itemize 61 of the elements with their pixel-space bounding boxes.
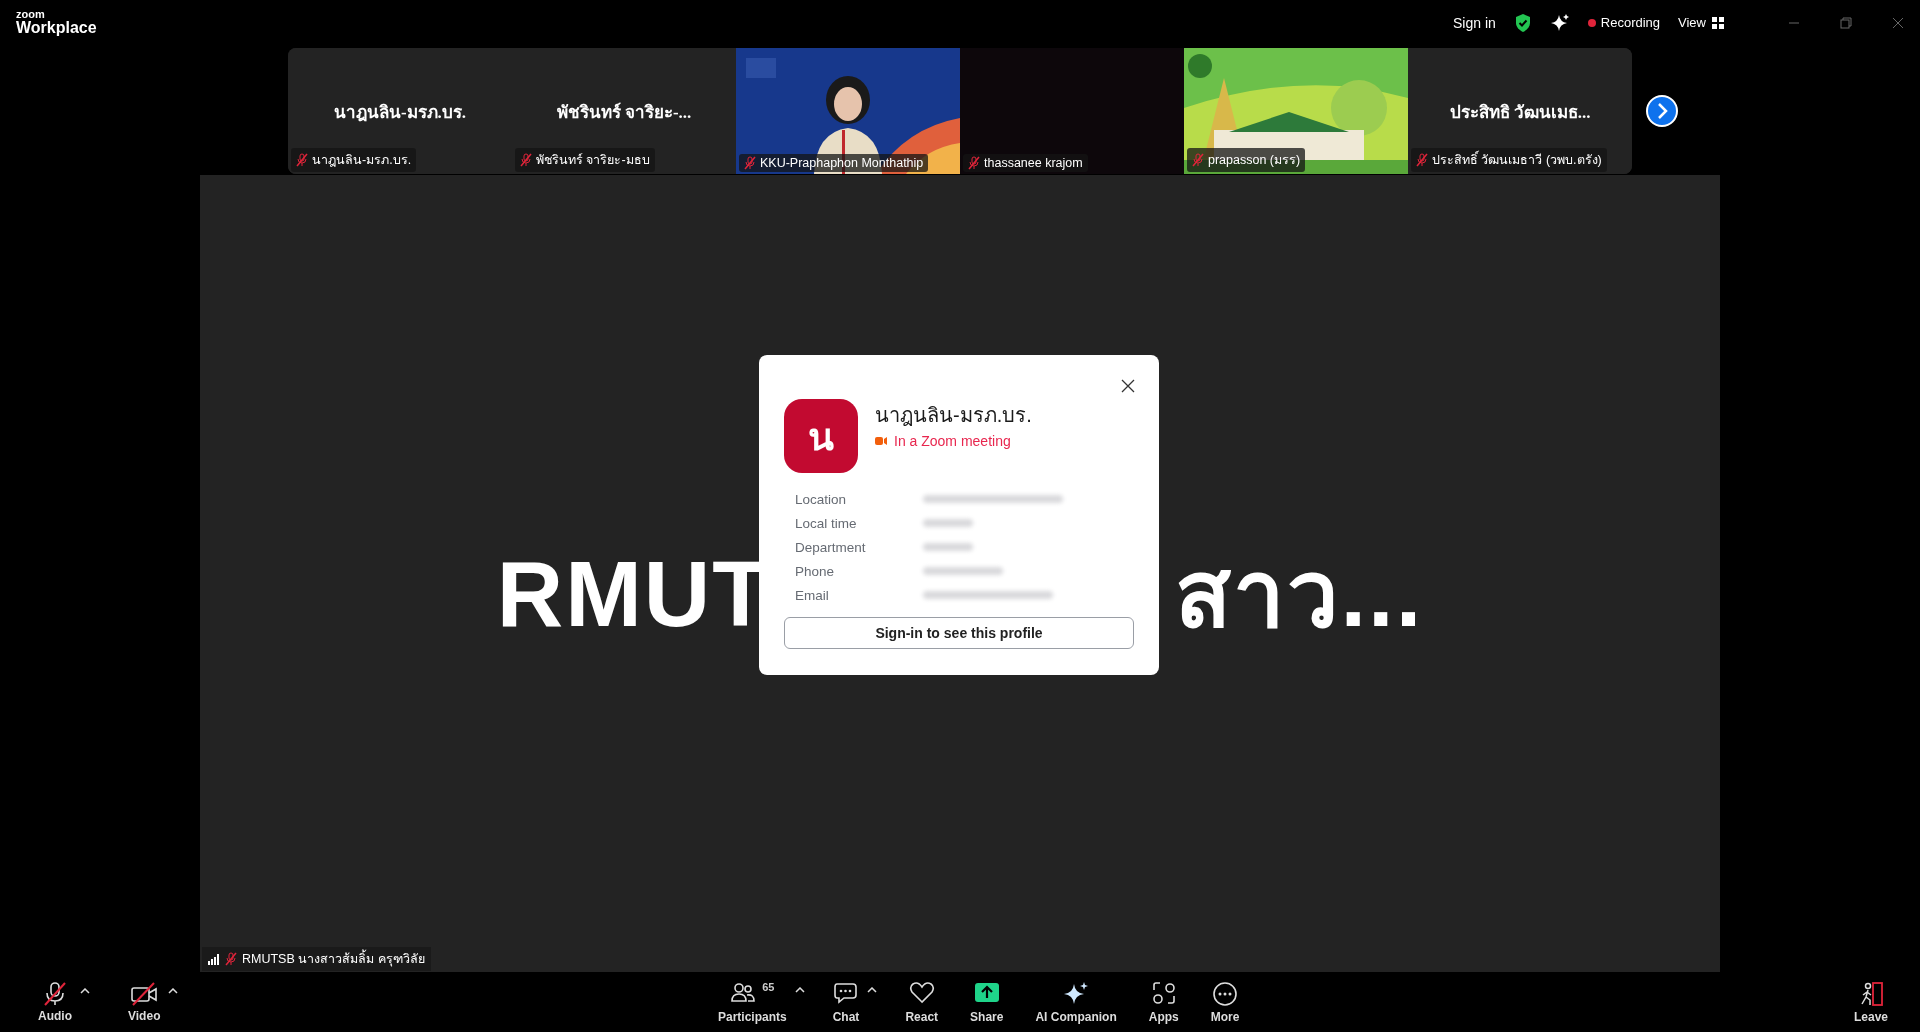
sign-in-link[interactable]: Sign in [1452,14,1496,31]
participant-count: 65 [762,980,775,993]
participant-name: พัชรินทร์ จาริยะ-... [556,101,692,124]
sign-in-button[interactable]: Sign-in to see this profile [784,617,1134,649]
share-icon [973,980,1000,1005]
toolbar-button[interactable]: React [901,980,943,1024]
toolbar-button[interactable]: Apps [1144,980,1183,1024]
participant-name: prapasson (มรร) [1208,152,1301,169]
chat-icon [833,980,860,1005]
field-label: Department [795,539,867,555]
field-label: Local time [795,515,858,531]
shared-text: สาว... [1174,542,1424,647]
participant-tile[interactable]: ประสิทธิ วัฒนเมธ... ประสิทธิ์ วัฒนเมธาวี (วพบ.ตรัง) [1408,48,1632,174]
participant-name: ประสิทธิ วัฒนเมธ... [1449,101,1591,124]
presenter-name: RMUTSB นางสาวส้มลิ้ม ครุฑวิลัย [242,949,425,969]
avatar: น [784,399,858,473]
view-button[interactable]: View [1678,15,1724,30]
leave-button[interactable]: Leave [1849,980,1892,1024]
participant-name: KKU-Praphaphon Monthathip [760,156,924,170]
participant-tile[interactable]: thassanee krajom [960,48,1184,174]
blurred-value [923,519,973,527]
heart-icon [908,980,935,1005]
field-label: Phone [795,563,836,579]
caret-icon[interactable] [867,986,878,993]
logo-text: zoom [16,9,46,20]
participant-name: thassanee krajom [984,156,1083,170]
toolbar-button[interactable]: Chat [828,980,864,1024]
logo-text: Workplace [16,20,97,36]
toolbar-button[interactable]: Audio [34,981,76,1023]
participant-name: ประสิทธิ์ วัฒนเมธาวี (วพบ.ตรัง) [1432,150,1602,170]
caret-icon[interactable] [80,987,90,994]
signal-icon [208,953,220,965]
toolbar-button[interactable]: AI Companion [1031,980,1121,1024]
recording-indicator[interactable]: Recording [1587,15,1661,30]
participant-tile[interactable]: prapasson (มรร) [1184,48,1408,174]
blurred-value [923,543,973,551]
grid-icon [1712,16,1724,29]
apps-icon [1150,980,1177,1005]
field-label: Location [795,491,848,507]
sparkle-icon [1063,980,1090,1005]
caret-icon[interactable] [168,987,179,994]
status-text: In a Zoom meeting [894,433,1011,449]
participant-tile[interactable]: KKU-Praphaphon Monthathip [736,48,960,174]
exit-icon [1858,980,1884,1007]
more-icon [1212,980,1239,1007]
toolbar-button[interactable]: Share [966,980,1008,1024]
toolbar-button[interactable]: 65 Participants [714,980,791,1024]
caret-icon[interactable] [794,986,805,993]
people-icon [730,980,757,1003]
profile-name: นาฎนลิน-มรภ.บร. [875,403,1032,428]
participant-name: พัชรินทร์ จาริยะ-มธบ [536,152,650,169]
shared-text: RMUT [496,542,771,647]
participant-name: นาฎนลิน-มรภ.บร. [312,152,412,169]
shield-icon[interactable] [1513,12,1532,33]
field-label: Email [795,587,830,603]
video-camera-icon [875,437,887,445]
toolbar-button[interactable]: Video [124,981,165,1023]
close-icon[interactable] [1121,379,1135,393]
participant-name: นาฎนลิน-มรภ.บร. [333,101,467,124]
toolbar-button[interactable]: More [1206,980,1244,1024]
next-page-button[interactable] [1646,95,1678,127]
